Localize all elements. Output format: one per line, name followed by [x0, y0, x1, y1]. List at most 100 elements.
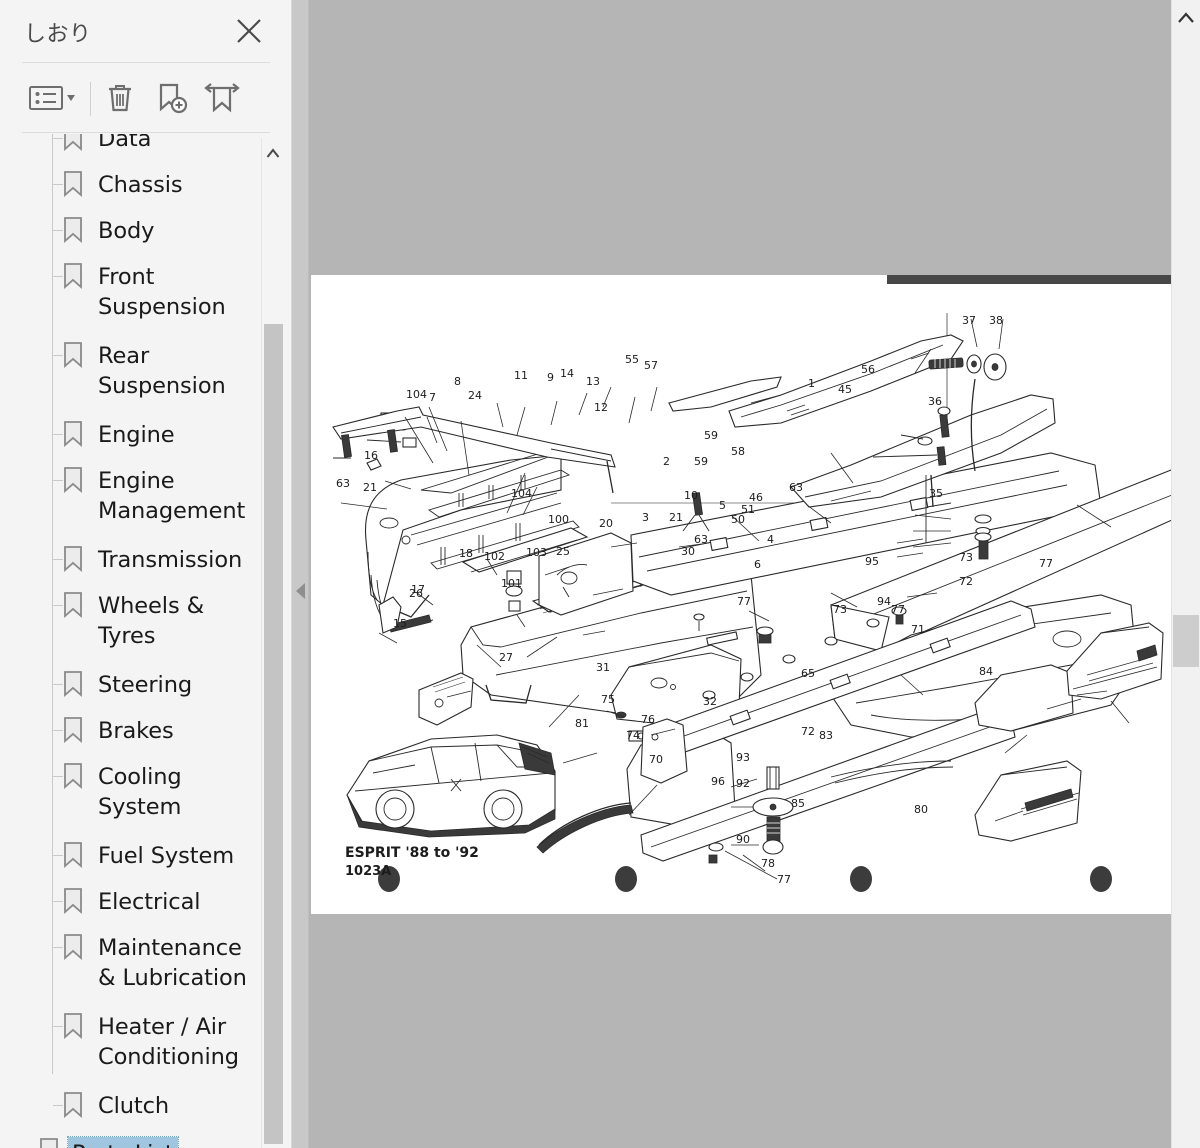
svg-text:73: 73 — [959, 551, 973, 564]
svg-text:57: 57 — [644, 359, 658, 372]
bookmark-label: Wheels & Tyres — [98, 593, 205, 649]
toolbar-separator — [90, 82, 91, 116]
sidebar-scrollbar-thumb[interactable] — [264, 324, 283, 1144]
bookmark-label: Fuel System — [98, 843, 235, 869]
close-icon[interactable] — [232, 14, 266, 48]
bookmark-item[interactable]: Heater / Air Conditioning — [0, 1008, 270, 1087]
bookmark-item[interactable]: Clutch — [0, 1087, 270, 1133]
bookmark-item[interactable]: Steering — [0, 666, 270, 712]
bookmark-item[interactable]: Maintenance & Lubrication — [0, 929, 270, 1008]
svg-text:63: 63 — [336, 477, 350, 490]
svg-text:96: 96 — [711, 775, 725, 788]
svg-text:63: 63 — [694, 533, 708, 546]
svg-text:15: 15 — [393, 617, 407, 630]
svg-text:20: 20 — [599, 517, 613, 530]
bookmark-label: Electrical — [98, 889, 201, 915]
svg-text:73: 73 — [833, 603, 847, 616]
bookmark-label: Clutch — [98, 1093, 170, 1119]
bookmark-item[interactable]: Data — [0, 134, 270, 166]
svg-text:24: 24 — [468, 389, 482, 402]
svg-text:77: 77 — [777, 873, 791, 886]
bookmark-flag-icon — [62, 762, 84, 790]
viewer-scrollbar[interactable] — [1171, 0, 1200, 1148]
bookmark-flag-icon — [62, 545, 84, 573]
add-bookmark-button[interactable] — [149, 76, 193, 120]
bookmark-flag-icon — [62, 841, 84, 869]
bookmark-item[interactable]: Rear Suspension — [0, 337, 270, 416]
svg-text:13: 13 — [586, 375, 600, 388]
svg-text:90: 90 — [736, 833, 750, 846]
sidebar-header: しおり — [0, 0, 291, 62]
bookmark-flag-icon — [62, 1091, 84, 1119]
bookmark-item[interactable]: Electrical — [0, 883, 270, 929]
bookmark-flag-icon — [62, 170, 84, 198]
svg-text:7: 7 — [429, 391, 436, 404]
bookmark-item[interactable]: Body — [0, 212, 270, 258]
bookmark-label: Brakes — [98, 718, 174, 744]
svg-text:75: 75 — [601, 693, 615, 706]
sidebar-collapse-handle[interactable] — [292, 0, 309, 1148]
bookmark-flag-icon — [38, 1137, 60, 1148]
svg-text:16: 16 — [364, 449, 378, 462]
svg-text:104: 104 — [511, 487, 532, 500]
bookmark-item[interactable]: Brakes — [0, 712, 270, 758]
svg-text:11: 11 — [514, 369, 528, 382]
expand-bookmarks-button[interactable] — [200, 76, 244, 120]
bookmark-item[interactable]: Wheels & Tyres — [0, 587, 270, 666]
svg-text:32: 32 — [703, 695, 717, 708]
bookmark-item[interactable]: Fuel System — [0, 837, 270, 883]
svg-text:84: 84 — [979, 665, 993, 678]
svg-text:77: 77 — [737, 595, 751, 608]
svg-text:55: 55 — [625, 353, 639, 366]
bookmark-item[interactable]: Front Suspension — [0, 258, 270, 337]
viewer-scrollbar-thumb[interactable] — [1173, 615, 1199, 667]
svg-text:10: 10 — [684, 489, 698, 502]
bookmark-item[interactable]: Engine Management — [0, 462, 270, 541]
bookmark-item[interactable]: Cooling System — [0, 758, 270, 837]
svg-text:5: 5 — [719, 499, 726, 512]
svg-text:101: 101 — [501, 577, 522, 590]
bookmark-item[interactable]: Chassis — [0, 166, 270, 212]
pdf-reader-window: しおり Data Chassis Body Front Suspension R… — [0, 0, 1200, 1148]
bookmark-flag-icon — [62, 887, 84, 915]
svg-text:65: 65 — [801, 667, 815, 680]
svg-text:81: 81 — [575, 717, 589, 730]
pdf-page: 1 2 3 4 5 6 7 8 9 10 11 12 13 14 15 16 1 — [311, 275, 1174, 914]
svg-text:76: 76 — [641, 713, 655, 726]
svg-text:103: 103 — [526, 546, 547, 559]
bookmark-label: Maintenance & Lubrication — [98, 935, 247, 991]
svg-text:77: 77 — [1039, 557, 1053, 570]
chevron-up-icon[interactable] — [262, 138, 284, 168]
chevron-up-icon[interactable] — [1172, 0, 1200, 34]
svg-text:27: 27 — [499, 651, 513, 664]
bookmark-item[interactable]: Transmission — [0, 541, 270, 587]
bookmark-label: Rear Suspension — [98, 343, 226, 399]
sidebar-scrollbar[interactable] — [261, 138, 284, 1148]
bookmark-label: Engine — [98, 422, 175, 448]
svg-text:30: 30 — [681, 545, 695, 558]
bookmarks-toolbar — [0, 64, 291, 130]
bookmarks-sidebar: しおり Data Chassis Body Front Suspension R… — [0, 0, 292, 1148]
bookmark-list-options-button[interactable] — [26, 76, 82, 120]
svg-text:78: 78 — [761, 857, 775, 870]
svg-text:94: 94 — [877, 595, 891, 608]
svg-text:63: 63 — [789, 481, 803, 494]
bookmark-item[interactable]: Parts List — [0, 1133, 270, 1148]
bookmark-flag-icon — [62, 716, 84, 744]
bookmark-label: Cooling System — [98, 764, 182, 820]
delete-bookmark-button[interactable] — [98, 76, 142, 120]
svg-text:56: 56 — [861, 363, 875, 376]
svg-text:4: 4 — [767, 533, 774, 546]
svg-text:1: 1 — [808, 377, 815, 390]
bookmark-label: Heater / Air Conditioning — [98, 1014, 239, 1070]
svg-text:100: 100 — [548, 513, 569, 526]
diagram-caption-title: ESPRIT '88 to '92 — [345, 845, 479, 861]
svg-text:25: 25 — [556, 545, 570, 558]
bookmark-flag-icon — [62, 262, 84, 290]
svg-text:77: 77 — [891, 603, 905, 616]
svg-text:58: 58 — [731, 445, 745, 458]
svg-text:72: 72 — [801, 725, 815, 738]
bookmark-item[interactable]: Engine — [0, 416, 270, 462]
exploded-parts-diagram: 1 2 3 4 5 6 7 8 9 10 11 12 13 14 15 16 1 — [332, 313, 1174, 886]
svg-text:80: 80 — [914, 803, 928, 816]
